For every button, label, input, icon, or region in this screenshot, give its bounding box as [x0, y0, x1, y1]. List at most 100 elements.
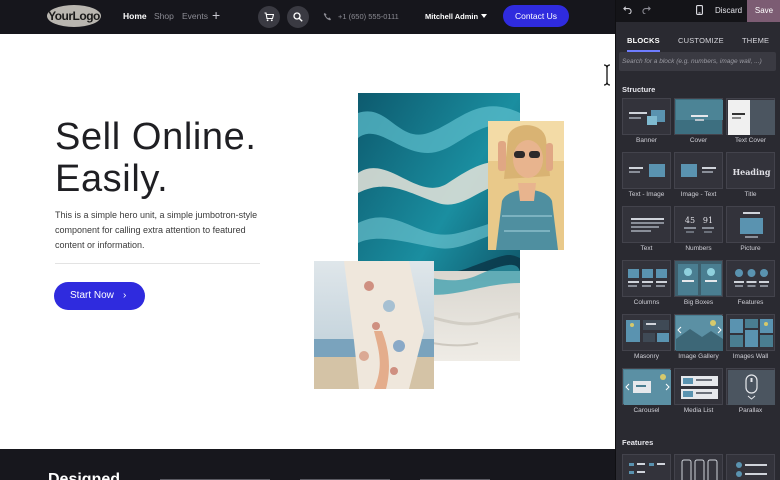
user-menu[interactable]: Mitchell Admin	[425, 0, 487, 34]
picture-thumbnail	[726, 206, 775, 243]
block-label: Columns	[633, 299, 660, 306]
block-label: Image Gallery	[678, 353, 719, 360]
block-images-wall[interactable]: Images Wall	[726, 314, 775, 366]
block-text[interactable]: Text	[622, 206, 671, 258]
block-label: Title	[744, 191, 757, 198]
text-cover-thumbnail	[726, 98, 775, 135]
block-label: Images Wall	[732, 353, 769, 360]
chevron-right-icon: ›	[123, 290, 127, 301]
caret-down-icon	[481, 14, 487, 18]
block-banner[interactable]: Banner	[622, 98, 671, 150]
block-label: Masonry	[634, 353, 659, 360]
nav-home[interactable]: Home	[123, 0, 147, 34]
tab-customize[interactable]: CUSTOMIZE	[678, 32, 724, 52]
text-image-thumbnail	[622, 152, 671, 189]
structure-section-title: Structure	[622, 85, 656, 94]
contact-us-button[interactable]: Contact Us	[503, 5, 569, 27]
block-label: Banner	[636, 137, 657, 144]
site-navbar: YourLogo Home Shop Events + +1 (650) 555…	[0, 0, 615, 34]
mobile-preview-icon[interactable]	[696, 5, 703, 19]
editor-window: YourLogo Home Shop Events + +1 (650) 555…	[0, 0, 780, 480]
carousel-thumbnail	[622, 368, 671, 405]
title-thumb-heading: Heading	[733, 167, 771, 177]
image-text-thumbnail	[674, 152, 723, 189]
discard-button[interactable]: Discard	[715, 0, 742, 22]
hero-divider	[55, 263, 260, 264]
columns-thumbnail	[622, 260, 671, 297]
block-label: Cover	[689, 137, 708, 144]
cover-thumbnail	[674, 98, 723, 135]
nav-shop[interactable]: Shop	[154, 0, 174, 34]
block-carousel[interactable]: Carousel	[622, 368, 671, 420]
block-search-input[interactable]: Search for a block (e.g. numbers, image …	[619, 52, 776, 71]
save-button[interactable]: Save	[747, 0, 780, 22]
nav-add-icon[interactable]: +	[212, 0, 220, 34]
block-features[interactable]: Features	[726, 260, 775, 312]
numbers-thumb-value-2: 91	[703, 216, 713, 225]
website-preview: YourLogo Home Shop Events + +1 (650) 555…	[0, 0, 615, 480]
banner-thumbnail	[622, 98, 671, 135]
block-big-boxes[interactable]: Big Boxes	[674, 260, 723, 312]
block-text-image[interactable]: Text - Image	[622, 152, 671, 204]
site-logo[interactable]: YourLogo	[47, 5, 101, 27]
block-columns[interactable]: Columns	[622, 260, 671, 312]
block-image-text[interactable]: Image - Text	[674, 152, 723, 204]
tab-blocks[interactable]: BLOCKS	[627, 32, 660, 52]
hero-title-line-1: Sell Online.	[55, 116, 257, 158]
block-image-gallery[interactable]: Image Gallery	[674, 314, 723, 366]
features-thumbnail	[726, 260, 775, 297]
block-label: Numbers	[685, 245, 712, 252]
block-label: Big Boxes	[683, 299, 714, 306]
big-boxes-thumbnail	[674, 260, 723, 297]
start-now-button[interactable]: Start Now ›	[54, 282, 145, 310]
feature-block[interactable]	[726, 454, 775, 480]
parallax-thumbnail	[726, 368, 775, 405]
tab-theme[interactable]: THEME	[742, 32, 769, 52]
undo-icon[interactable]	[623, 5, 632, 18]
user-name: Mitchell Admin	[425, 12, 479, 21]
block-media-list[interactable]: Media List	[674, 368, 723, 420]
search-button[interactable]	[287, 6, 309, 28]
text-cursor-icon	[603, 64, 611, 86]
phone-number: +1 (650) 555-0111	[338, 12, 399, 21]
editor-toolbar: Discard Save	[616, 0, 780, 22]
features-section-title: Features	[622, 438, 654, 447]
next-section-title[interactable]: Designed	[48, 471, 120, 480]
block-label: Parallax	[738, 407, 763, 414]
search-icon	[293, 12, 303, 22]
phone-link[interactable]: +1 (650) 555-0111	[323, 0, 399, 34]
block-label: Text Cover	[734, 137, 767, 144]
start-now-label: Start Now	[70, 290, 114, 301]
block-label: Media List	[683, 407, 714, 414]
feature-block[interactable]	[622, 454, 671, 480]
block-numbers[interactable]: 45 91 Numbers	[674, 206, 723, 258]
hero-title[interactable]: Sell Online. Easily.	[55, 116, 257, 200]
nav-events[interactable]: Events	[182, 0, 208, 34]
block-picture[interactable]: Picture	[726, 206, 775, 258]
block-label: Text	[640, 245, 653, 252]
text-thumbnail	[622, 206, 671, 243]
editor-sidebar: Discard Save BLOCKS CUSTOMIZE THEME Sear…	[615, 0, 780, 480]
block-title[interactable]: Heading Title	[726, 152, 775, 204]
numbers-thumb-value-1: 45	[685, 216, 695, 225]
cart-icon	[264, 12, 274, 22]
redo-icon[interactable]	[642, 5, 651, 18]
hero-description[interactable]: This is a simple hero unit, a simple jum…	[55, 208, 265, 253]
feature-block[interactable]	[674, 454, 723, 480]
image-gallery-thumbnail	[674, 314, 723, 351]
block-label: Text - Image	[628, 191, 665, 198]
block-masonry[interactable]: Masonry	[622, 314, 671, 366]
next-section: Designed	[0, 449, 615, 480]
cart-button[interactable]	[258, 6, 280, 28]
numbers-thumbnail: 45 91	[674, 206, 723, 243]
block-text-cover[interactable]: Text Cover	[726, 98, 775, 150]
feature-block-thumbnail	[622, 454, 671, 480]
woman-portrait-image[interactable]	[488, 121, 564, 250]
block-label: Picture	[740, 245, 761, 252]
block-parallax[interactable]: Parallax	[726, 368, 775, 420]
feature-block-thumbnail	[674, 454, 723, 480]
title-thumbnail: Heading	[726, 152, 775, 189]
floral-dress-image[interactable]	[314, 261, 434, 389]
hero-title-line-2: Easily.	[55, 158, 169, 200]
block-cover[interactable]: Cover	[674, 98, 723, 150]
